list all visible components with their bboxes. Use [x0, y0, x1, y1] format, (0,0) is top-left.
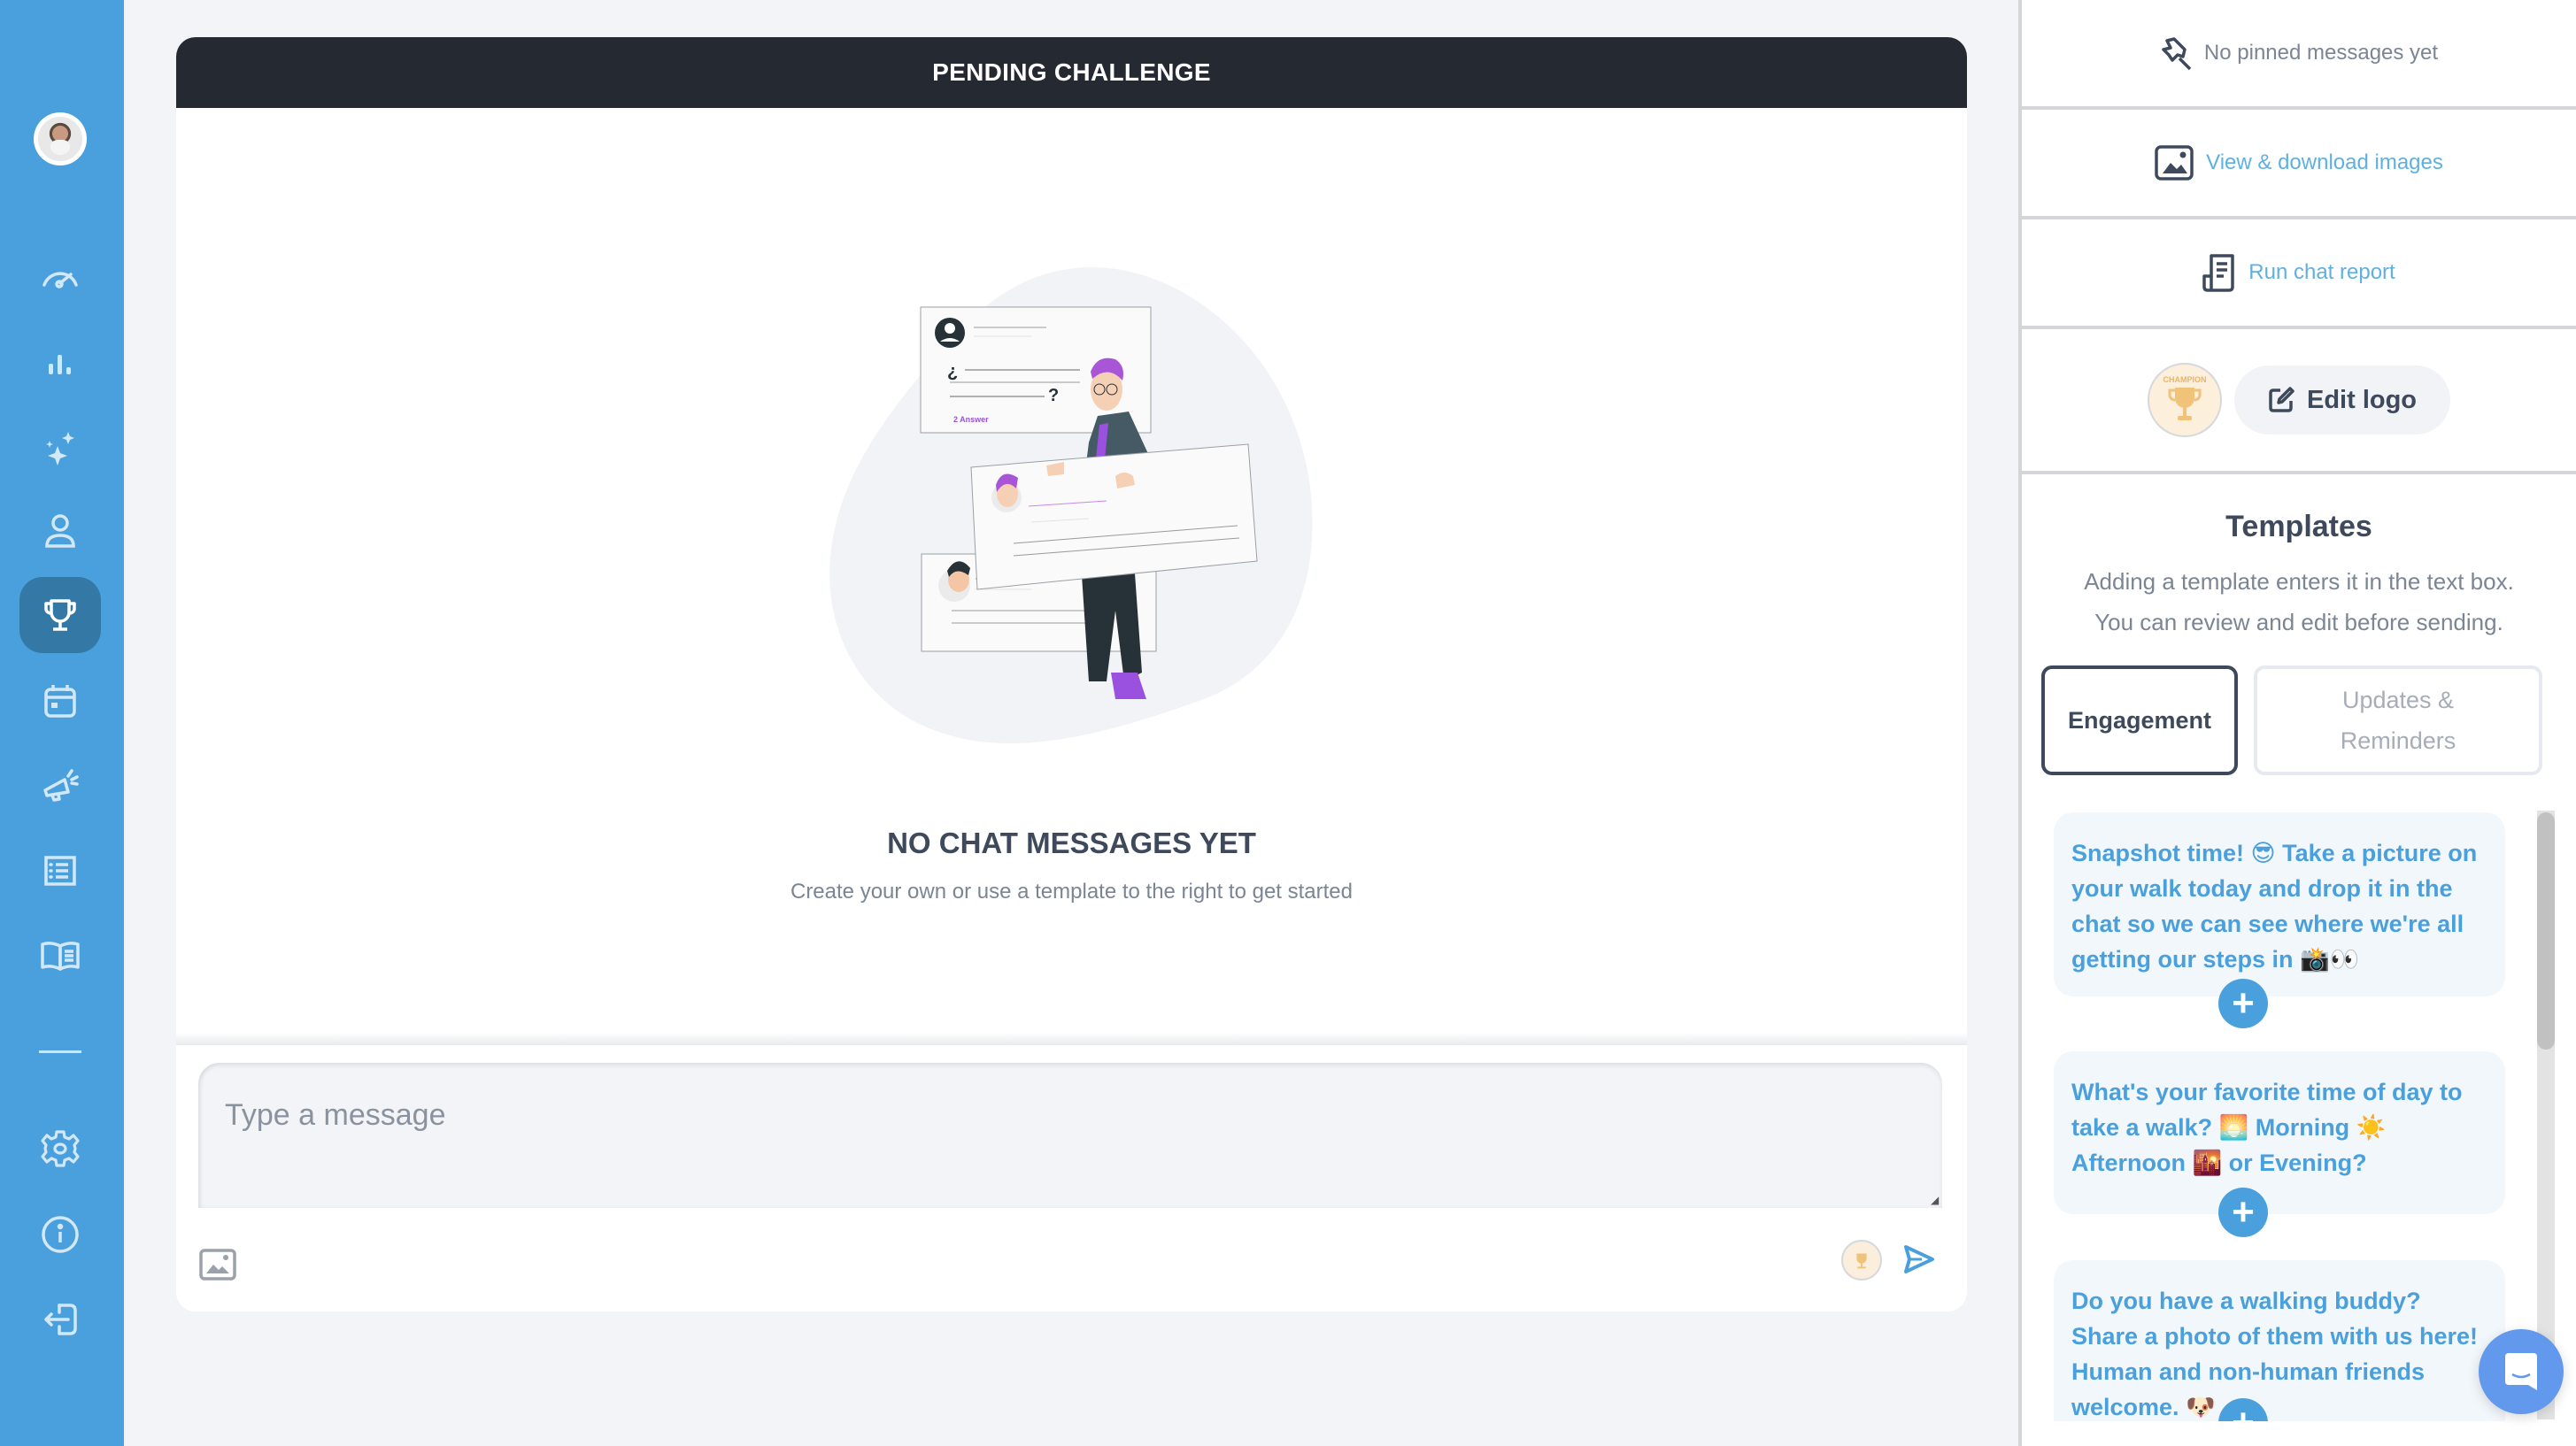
calendar-icon — [44, 685, 76, 718]
sidebar-divider — [39, 1050, 81, 1053]
attach-image-button[interactable] — [199, 1249, 236, 1281]
svg-text:?: ? — [1048, 386, 1059, 405]
sidebar-item-announcements[interactable] — [19, 748, 101, 824]
view-images-label[interactable]: View & download images — [2206, 150, 2443, 175]
plus-icon: + — [2232, 1401, 2255, 1421]
template-list: Snapshot time! 😎 Take a picture on your … — [2022, 811, 2553, 1421]
challenge-logo-thumbnail — [1841, 1240, 1882, 1281]
add-template-button[interactable]: + — [2218, 1188, 2268, 1237]
image-icon — [2155, 145, 2194, 181]
bar-chart-icon — [49, 355, 71, 374]
chat-card: PENDING CHALLENGE ¿ ? 2 Answer NO CHAT M… — [176, 37, 1967, 1311]
book-icon — [41, 942, 80, 971]
illustration-answer-label: 2 Answer — [953, 415, 989, 424]
speedometer-icon — [42, 272, 78, 288]
sidebar-item-highlights[interactable] — [19, 409, 101, 485]
plus-icon: + — [2232, 981, 2255, 1025]
message-composer: ◢ — [176, 1045, 1967, 1311]
send-button[interactable] — [1901, 1242, 1936, 1277]
sidebar-item-analytics[interactable] — [19, 325, 101, 401]
empty-state-subtitle: Create your own or use a template to the… — [790, 880, 1353, 904]
tab-engagement[interactable]: Engagement — [2041, 665, 2238, 775]
edit-icon — [2269, 387, 2294, 412]
gear-icon — [41, 1130, 80, 1167]
add-template-button[interactable]: + — [2218, 979, 2268, 1028]
empty-chat-illustration: ¿ ? 2 Answer — [829, 266, 1313, 744]
avatar-photo — [38, 117, 82, 161]
template-text: Snapshot time! 😎 Take a picture on your … — [2071, 840, 2478, 973]
template-text: What's your favorite time of day to take… — [2071, 1079, 2463, 1176]
sidebar-item-calendar[interactable] — [19, 664, 101, 740]
sidebar-item-logout[interactable] — [19, 1281, 101, 1358]
champion-logo-text: CHAMPION — [2163, 375, 2207, 384]
trophy-icon — [2168, 388, 2202, 420]
template-list-scrollbar[interactable] — [2537, 811, 2555, 1419]
sidebar-item-resources[interactable] — [19, 918, 101, 994]
sidebar-item-settings[interactable] — [19, 1111, 101, 1187]
tab-updates-reminders-label[interactable]: Updates & Reminders — [2310, 680, 2487, 761]
svg-text:¿: ¿ — [947, 362, 958, 381]
challenge-logo: CHAMPION — [2147, 363, 2222, 437]
chat-side-panel: No pinned messages yet View & download i… — [2018, 0, 2576, 1446]
empty-state-title: NO CHAT MESSAGES YET — [887, 827, 1256, 859]
chat-header: PENDING CHALLENGE — [176, 37, 1967, 108]
support-chat-launcher[interactable] — [2479, 1329, 2564, 1414]
sidebar-item-info[interactable] — [19, 1196, 101, 1273]
user-icon — [45, 514, 75, 548]
list-icon — [44, 856, 76, 886]
run-report-label[interactable]: Run chat report — [2248, 260, 2395, 285]
textarea-resize-handle[interactable]: ◢ — [1931, 1194, 1941, 1206]
sparkles-icon — [46, 432, 74, 465]
sidebar-item-dashboard[interactable] — [19, 239, 101, 315]
pinned-empty-text: No pinned messages yet — [2203, 41, 2439, 65]
templates-title: Templates — [2225, 510, 2372, 543]
tab-updates-reminders[interactable]: Updates & Reminders — [2254, 665, 2542, 775]
sidebar-item-challenges[interactable] — [19, 577, 101, 653]
tab-engagement-label[interactable]: Engagement — [2068, 700, 2211, 741]
edit-logo-label[interactable]: Edit logo — [2307, 386, 2417, 415]
edit-logo-button[interactable]: Edit logo — [2233, 365, 2451, 435]
templates-description: Adding a template enters it in the text … — [2022, 561, 2576, 642]
chat-messages-area: ¿ ? 2 Answer NO CHAT MESSAGES YET Create… — [176, 108, 1967, 1044]
template-item[interactable]: What's your favorite time of day to take… — [2054, 1051, 2505, 1214]
template-item[interactable]: Do you have a walking buddy? Share a pho… — [2054, 1260, 2505, 1421]
sidebar-item-users[interactable] — [19, 493, 101, 569]
scrollbar-thumb[interactable] — [2537, 812, 2555, 1050]
template-text: Do you have a walking buddy? Share a pho… — [2071, 1288, 2479, 1420]
composer-divider — [176, 1033, 1967, 1045]
megaphone-icon — [43, 769, 79, 802]
sidebar — [0, 0, 124, 1446]
chat-bubble-icon — [2505, 1353, 2537, 1390]
challenge-logo-section: CHAMPION Edit logo — [2022, 329, 2576, 474]
trophy-icon — [1856, 1253, 1867, 1269]
user-avatar[interactable] — [34, 112, 87, 165]
templates-description-line-1: Adding a template enters it in the text … — [2084, 568, 2514, 595]
run-report-link[interactable]: Run chat report — [2022, 219, 2576, 329]
templates-description-line-2: You can review and edit before sending. — [2094, 609, 2503, 635]
view-images-link[interactable]: View & download images — [2022, 110, 2576, 219]
report-icon — [2202, 254, 2235, 292]
logout-icon — [44, 1304, 77, 1335]
pin-icon — [2162, 37, 2192, 71]
sidebar-item-reports[interactable] — [19, 834, 101, 910]
template-item[interactable]: Snapshot time! 😎 Take a picture on your … — [2054, 812, 2505, 996]
info-icon — [42, 1216, 79, 1253]
plus-icon: + — [2232, 1190, 2255, 1234]
trophy-icon — [44, 599, 76, 631]
pinned-messages: No pinned messages yet — [2022, 0, 2576, 110]
message-input[interactable] — [198, 1063, 1942, 1208]
challenge-status-title: PENDING CHALLENGE — [932, 58, 1211, 86]
